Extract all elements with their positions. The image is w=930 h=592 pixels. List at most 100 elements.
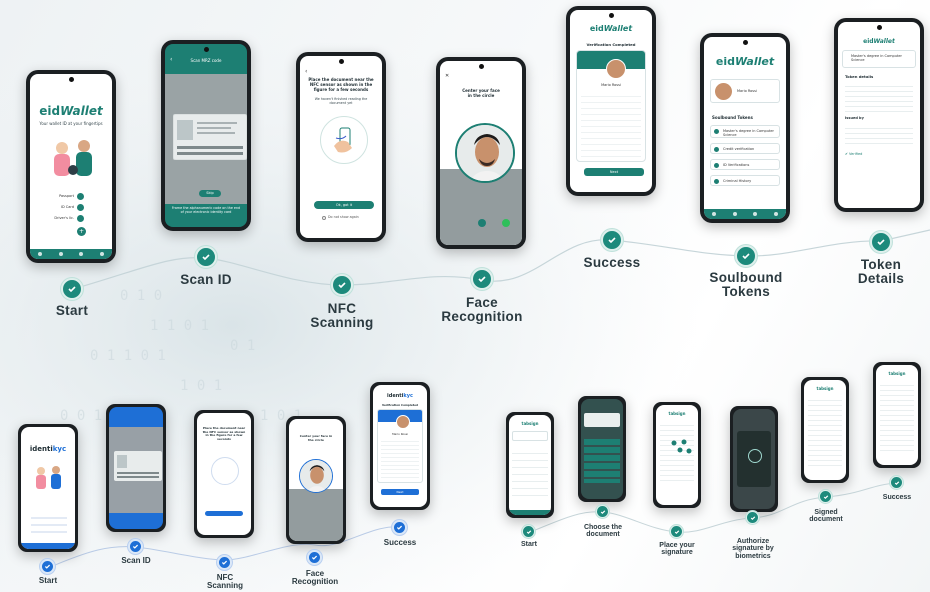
tabsign-logo: tabsign	[668, 411, 686, 416]
nfc-subtext: We haven't finished reading the document…	[314, 97, 368, 105]
start-button-license[interactable]: Driver's lic.	[44, 216, 74, 223]
step-check-nfc	[331, 274, 353, 296]
kyc-step-check-scan	[128, 539, 143, 554]
sign-step-label-authorize: Authorize signature by biometrics	[732, 538, 774, 560]
signature-nodes[interactable]	[670, 439, 692, 455]
step-label-nfc: NFC Scanning	[310, 301, 374, 331]
fingerprint-icon[interactable]	[748, 449, 762, 463]
signed-document-preview	[808, 396, 842, 466]
nav-scan-icon[interactable]	[753, 212, 758, 216]
kyc-next-button[interactable]: Next	[381, 489, 419, 495]
kyc-nfc-circle	[211, 457, 239, 485]
success-details	[880, 381, 914, 451]
step-label-scan: Scan ID	[180, 272, 232, 287]
screen-token: eidWallet Master's degree in Computer Sc…	[838, 22, 920, 208]
token-details-title: Token details	[845, 74, 874, 79]
add-button-icon[interactable]: +	[77, 227, 86, 236]
nfc-ok-button[interactable]: Ok, got it	[314, 201, 374, 209]
screen-sign-start: tabsign	[509, 415, 551, 515]
nav-home-icon[interactable]	[38, 252, 43, 256]
credit-icon	[714, 147, 719, 152]
phone-token: eidWallet Master's degree in Computer Sc…	[834, 18, 924, 212]
kyc-step-label-nfc: NFC Scanning	[206, 573, 243, 591]
camera-notch	[339, 59, 344, 64]
phone-sign-place: tabsign	[653, 402, 701, 508]
kyc-option-list[interactable]	[31, 512, 67, 536]
card-fields	[581, 91, 641, 157]
eidwallet-logo: eidWallet	[589, 24, 633, 33]
kyc-ok-button[interactable]	[205, 511, 243, 516]
sign-step-check-choose	[596, 505, 609, 518]
gallery-button[interactable]	[478, 219, 486, 227]
camera-notch	[609, 13, 614, 18]
sign-step-label-place: Place your signature	[659, 542, 695, 557]
scan-title: Scan MRZ code	[190, 58, 222, 63]
sign-step-check-authorize	[746, 511, 759, 524]
sign-profile-card	[512, 431, 548, 441]
nav-home-icon[interactable]	[712, 212, 717, 216]
start-button-idcard[interactable]: ID Card	[44, 205, 74, 212]
kyc-face-bg	[289, 489, 343, 541]
step-label-token: Token Details	[857, 257, 905, 287]
phone-face: ✕ Center your face in the circle	[436, 57, 526, 249]
nav-wallet-icon[interactable]	[58, 252, 63, 256]
token-fields	[845, 82, 913, 112]
token-row-id[interactable]: ID Verifications	[710, 159, 780, 170]
flow-showcase: 0 1 01 1 0 1 0 1 1 0 11 0 1 0 0 1 10 1 1…	[0, 0, 930, 592]
start-tagline: Your wallet ID at your fingertips	[39, 121, 103, 126]
kyc-verification-header: Verification Completed	[381, 403, 419, 407]
screen-kyc-success: identikyc Verification Completed Mario R…	[373, 385, 427, 507]
camera-notch	[743, 40, 748, 45]
start-button-passport[interactable]: Passport	[44, 194, 74, 201]
soulbound-section-title: Soulbound Tokens	[712, 115, 753, 120]
nav-profile-icon[interactable]	[773, 212, 778, 216]
token-row-credit[interactable]: Credit verification	[710, 143, 780, 154]
sign-step-check-place	[670, 525, 683, 538]
screen-sign-choose	[581, 399, 623, 499]
tabsign-logo: tabsign	[521, 421, 539, 426]
scan-back-icon[interactable]: ‹	[170, 56, 172, 63]
screen-kyc-scan	[109, 407, 163, 529]
confirm-check-icon[interactable]	[502, 219, 510, 227]
face-close-icon[interactable]: ✕	[445, 73, 449, 79]
bottom-nav	[30, 249, 112, 259]
screen-face: ✕ Center your face in the circle	[440, 61, 522, 245]
svg-text:1 0 1: 1 0 1	[180, 378, 222, 394]
step-check-start	[61, 278, 83, 300]
license-icon	[77, 215, 84, 222]
eidwallet-logo: eidWallet	[863, 38, 895, 45]
do-not-show-checkbox[interactable]	[322, 216, 326, 220]
token-title: Master's degree in Computer Science	[851, 54, 902, 63]
sign-document-list[interactable]	[512, 447, 548, 499]
verified-badge: ✔ Verified	[845, 152, 863, 156]
nav-scan-icon[interactable]	[79, 252, 84, 256]
phone-sign-biometric	[730, 406, 778, 512]
nav-wallet-icon[interactable]	[732, 212, 737, 216]
choose-options[interactable]	[584, 439, 620, 483]
screen-sign-success: tabsign	[876, 365, 918, 465]
camera-notch	[204, 47, 209, 52]
screen-sign-place: tabsign	[656, 405, 698, 505]
sign-step-label-choose: Choose the document	[583, 524, 623, 539]
nfc-back-icon[interactable]: ‹	[305, 68, 307, 75]
skip-button[interactable]: Skip	[199, 190, 221, 197]
token-row-degree[interactable]: Master's degree in Computer Science	[710, 125, 780, 138]
phone-kyc-nfc: Place the document near the NFC sensor a…	[194, 410, 254, 538]
screen-kyc-nfc: Place the document near the NFC sensor a…	[197, 413, 251, 535]
next-button[interactable]: Next	[584, 168, 644, 176]
kyc-step-check-nfc	[217, 555, 232, 570]
eidwallet-logo: eidWallet	[715, 55, 775, 68]
token-row-criminal[interactable]: Criminal History	[710, 175, 780, 186]
bottom-nav	[704, 209, 786, 219]
id-verification-icon	[714, 163, 719, 168]
kyc-step-label-start: Start	[38, 576, 58, 585]
phone-nfc: ‹ Place the document near the NFC sensor…	[296, 52, 386, 242]
nav-profile-icon[interactable]	[99, 252, 104, 256]
svg-text:0 1 1 0 1: 0 1 1 0 1	[90, 348, 166, 364]
criminal-history-icon	[714, 179, 719, 184]
sign-step-label-success: Success	[882, 494, 912, 501]
hand-phone-icon	[334, 127, 352, 153]
kyc-id-card: Mario Rossi	[377, 409, 423, 483]
phone-success: eidWallet Verification Completed Mario R…	[566, 6, 656, 196]
camera-notch	[877, 25, 882, 30]
